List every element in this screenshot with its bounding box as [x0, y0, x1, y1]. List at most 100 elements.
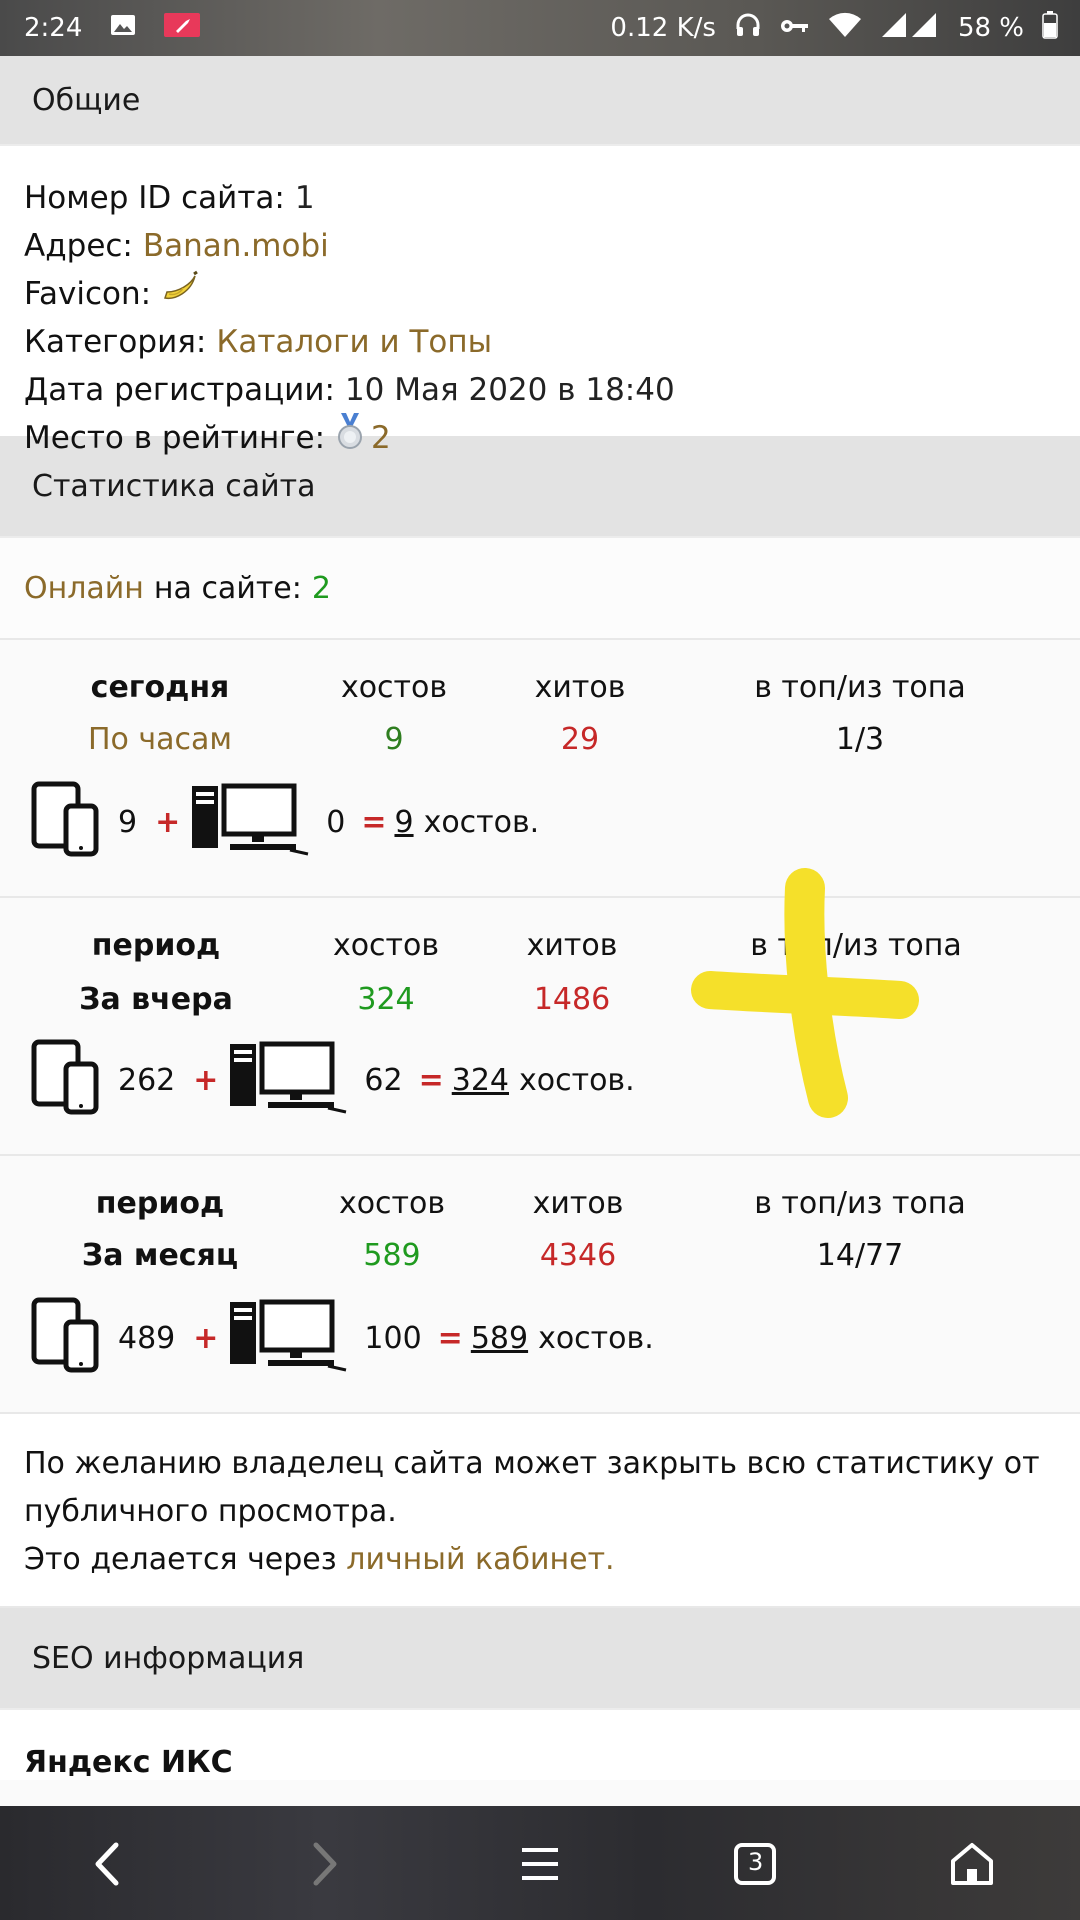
info-row-id: Номер ID сайта: 1 [24, 174, 1080, 222]
note-line-2: публичного просмотра. [24, 1494, 397, 1529]
hosts-header: хостов [340, 670, 448, 705]
hits-value: 4346 [539, 1238, 617, 1273]
forward-icon[interactable] [294, 1834, 354, 1894]
hosts-value: 589 [363, 1238, 421, 1273]
rank-label: Место в рейтинге: [24, 420, 326, 456]
period-link[interactable]: По часам [88, 722, 232, 757]
hosts-value: 324 [357, 982, 415, 1017]
tabs-count: 3 [748, 1848, 764, 1876]
rank-value[interactable]: 2 [371, 414, 391, 462]
hosts-value: 9 [384, 722, 404, 757]
stats-block-month: период хостов хитов в топ/из топа За мес… [0, 1156, 1080, 1414]
yandex-iks-label: Яндекс ИКС [0, 1710, 1080, 1780]
image-icon [110, 13, 136, 44]
plus-sign: + [193, 1320, 219, 1356]
personal-cabinet-link[interactable]: личный кабинет. [346, 1542, 614, 1577]
top-value: 14/77 [816, 1238, 904, 1273]
headphones-icon [734, 11, 762, 46]
note-text: Это делается через [24, 1542, 337, 1577]
period-label: период [91, 928, 221, 963]
category-label: Категория: [24, 324, 207, 360]
equals-sign: = [437, 1320, 463, 1356]
info-row-category: Категория: Каталоги и Топы [24, 318, 1080, 366]
note-line-3: Это делается через личный кабинет. [24, 1536, 1056, 1584]
total-hosts: 9 [394, 804, 414, 840]
browser-nav-bar: 3 [0, 1806, 1080, 1920]
online-value: 2 [311, 570, 331, 606]
address-label: Адрес: [24, 228, 133, 264]
hosts-suffix: хостов. [538, 1320, 654, 1356]
info-row-registration: Дата регистрации: 10 Мая 2020 в 18:40 [24, 366, 1080, 414]
desktop-computer-icon [228, 1036, 348, 1124]
mobile-count: 489 [118, 1320, 176, 1356]
hosts-suffix: хостов. [423, 804, 540, 840]
menu-icon[interactable] [510, 1834, 570, 1894]
silver-medal-icon [335, 413, 365, 463]
tabs-icon[interactable]: 3 [726, 1834, 786, 1894]
back-icon[interactable] [78, 1834, 138, 1894]
battery-level: 58 % [957, 13, 1024, 43]
period-label: период [95, 1186, 225, 1221]
top-value: 1/3 [835, 722, 885, 757]
privacy-note: По желанию владелец сайта может закрыть … [0, 1414, 1080, 1608]
favicon-label: Favicon: [24, 276, 152, 312]
key-icon [780, 13, 810, 43]
status-time: 2:24 [24, 13, 83, 43]
hits-value: 1486 [533, 982, 611, 1017]
rocket-icon [164, 12, 201, 44]
signal-icon [880, 12, 940, 45]
mobile-devices-icon [30, 1294, 110, 1382]
period-name: За вчера [79, 982, 233, 1017]
battery-icon [1042, 10, 1058, 46]
equals-sign: = [418, 1062, 444, 1098]
device-breakdown: 489 + 100 = 589 хостов. [30, 1294, 654, 1382]
hits-header: хитов [534, 670, 626, 705]
desktop-count: 0 [326, 804, 346, 840]
hits-header: хитов [526, 928, 618, 963]
yellow-cross-annotation [691, 868, 919, 1118]
hits-value: 29 [560, 722, 600, 757]
network-speed: 0.12 K/s [610, 13, 716, 43]
online-text: на сайте: [153, 570, 302, 606]
hosts-suffix: хостов. [519, 1062, 635, 1098]
device-breakdown: 262 + 62 = 324 хостов. [30, 1036, 635, 1124]
info-row-address: Адрес: Banan.mobi [24, 222, 1080, 270]
banana-icon [161, 270, 201, 318]
hosts-header: хостов [332, 928, 440, 963]
stats-block-today: сегодня хостов хитов в топ/из топа По ча… [0, 640, 1080, 898]
mobile-count: 9 [118, 804, 138, 840]
section-header-general: Общие [0, 56, 1080, 146]
info-row-favicon: Favicon: [24, 270, 1080, 318]
id-value: 1 [294, 180, 315, 216]
page-content: Общие Номер ID сайта: 1 Адрес: Banan.mob… [0, 56, 1080, 1806]
equals-sign: = [361, 804, 387, 840]
online-link[interactable]: Онлайн [24, 571, 144, 606]
site-info: Номер ID сайта: 1 Адрес: Banan.mobi Favi… [0, 146, 1080, 456]
plus-sign: + [155, 804, 181, 840]
home-icon[interactable] [942, 1834, 1002, 1894]
section-header-seo: SEO информация [0, 1608, 1080, 1710]
total-hosts: 324 [451, 1062, 509, 1098]
registration-value: 10 Мая 2020 в 18:40 [344, 372, 675, 408]
mobile-devices-icon [30, 778, 110, 866]
stats-block-yesterday: период хостов хитов в топ/из топа За вче… [0, 868, 1080, 1156]
hosts-header: хостов [338, 1186, 446, 1221]
note-line-1: По желанию владелец сайта может закрыть … [24, 1446, 1040, 1481]
desktop-count: 100 [364, 1320, 422, 1356]
category-link[interactable]: Каталоги и Топы [216, 318, 492, 366]
mobile-count: 262 [118, 1062, 176, 1098]
top-header: в топ/из топа [754, 1186, 966, 1221]
total-hosts: 589 [470, 1320, 529, 1356]
status-bar: 2:24 0.12 K/s 58 % [0, 0, 1080, 56]
period-name: За месяц [81, 1238, 239, 1273]
desktop-computer-icon [190, 778, 310, 866]
mobile-devices-icon [30, 1036, 110, 1124]
plus-sign: + [193, 1062, 219, 1098]
desktop-count: 62 [364, 1062, 403, 1098]
desktop-computer-icon [228, 1294, 348, 1382]
address-link[interactable]: Banan.mobi [143, 222, 329, 270]
wifi-icon [828, 12, 862, 45]
id-label: Номер ID сайта: [24, 180, 285, 216]
online-row: Онлайн на сайте: 2 [0, 538, 1080, 640]
top-header: в топ/из топа [754, 670, 966, 705]
